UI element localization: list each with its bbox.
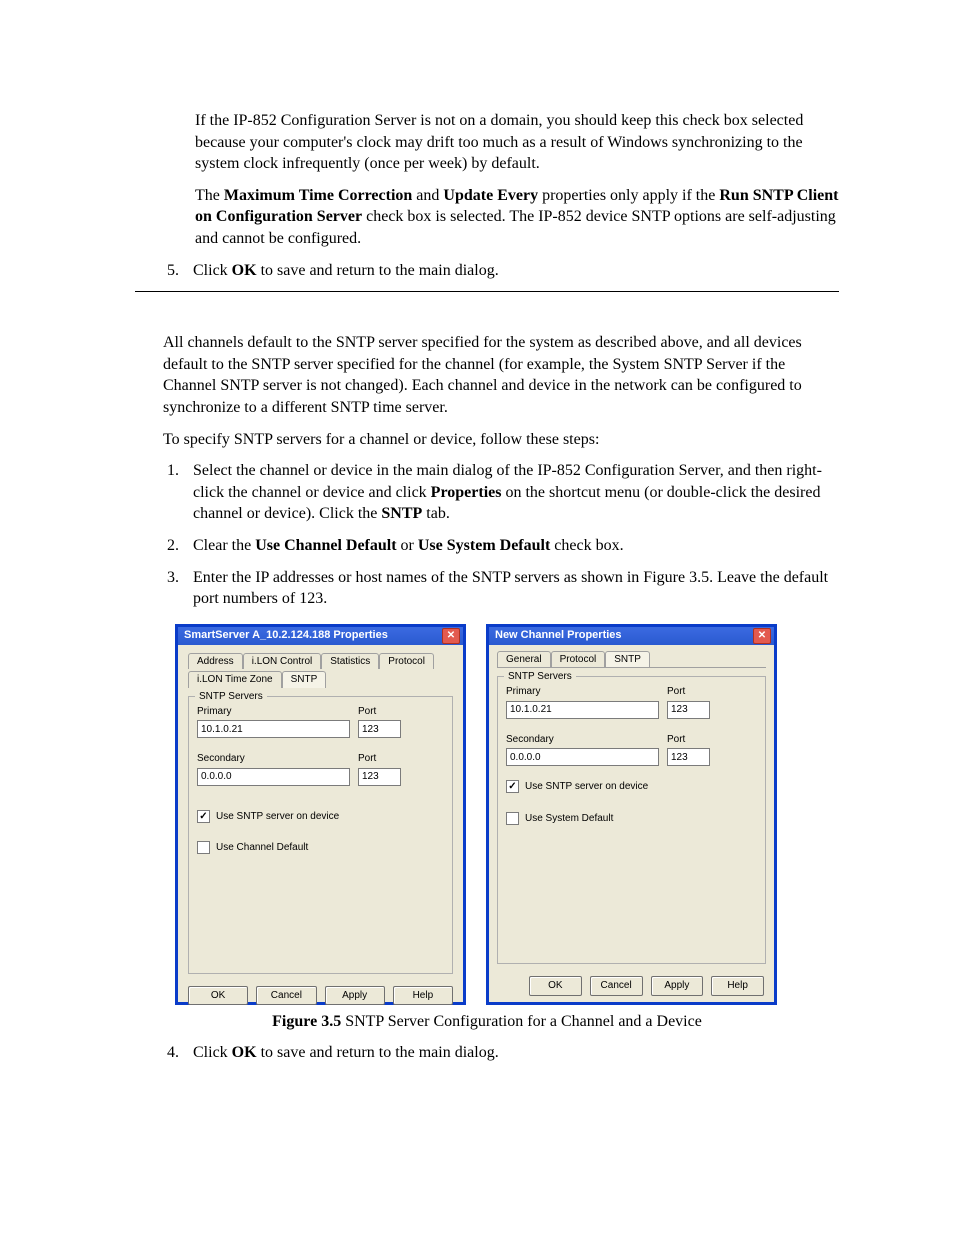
- dialog-title: New Channel Properties: [495, 628, 622, 643]
- secondary-port-input[interactable]: [667, 748, 710, 766]
- secondary-port-input[interactable]: [358, 768, 401, 786]
- group-sntp-servers: SNTP Servers Primary Port Se: [188, 696, 453, 974]
- horizontal-rule: [135, 291, 839, 292]
- intro-paragraph-2: The Maximum Time Correction and Update E…: [195, 185, 839, 250]
- step-3: Enter the IP addresses or host names of …: [183, 567, 839, 610]
- group-legend: SNTP Servers: [195, 690, 267, 704]
- primary-label: Primary: [197, 705, 350, 719]
- group-legend: SNTP Servers: [504, 670, 576, 684]
- checkbox-label: Use System Default: [525, 812, 613, 826]
- checkbox-label: Use SNTP server on device: [216, 810, 339, 824]
- primary-input[interactable]: [506, 701, 659, 719]
- port-label-2: Port: [667, 733, 710, 747]
- cancel-button[interactable]: Cancel: [590, 976, 643, 996]
- step-2: Clear the Use Channel Default or Use Sys…: [183, 535, 839, 557]
- secondary-input[interactable]: [197, 768, 350, 786]
- checkbox-use-system-default[interactable]: [506, 812, 519, 825]
- tabs-row: Address i.LON Control Statistics Protoco…: [188, 653, 453, 688]
- help-button[interactable]: Help: [711, 976, 764, 996]
- tab-sntp[interactable]: SNTP: [605, 651, 650, 668]
- help-button[interactable]: Help: [393, 986, 453, 1006]
- checkbox-label: Use SNTP server on device: [525, 780, 648, 794]
- ok-button[interactable]: OK: [529, 976, 582, 996]
- port-label: Port: [358, 705, 401, 719]
- close-icon[interactable]: ✕: [753, 628, 771, 644]
- tab-ilon-timezone[interactable]: i.LON Time Zone: [188, 671, 282, 688]
- titlebar: SmartServer A_10.2.124.188 Properties ✕: [178, 627, 463, 645]
- primary-label: Primary: [506, 685, 659, 699]
- close-icon[interactable]: ✕: [442, 628, 460, 644]
- secondary-input[interactable]: [506, 748, 659, 766]
- body-paragraph-2: To specify SNTP servers for a channel or…: [163, 429, 839, 451]
- secondary-label: Secondary: [197, 752, 350, 766]
- primary-input[interactable]: [197, 720, 350, 738]
- step-1: Select the channel or device in the main…: [183, 460, 839, 525]
- dialog-smartserver-properties: SmartServer A_10.2.124.188 Properties ✕ …: [175, 624, 466, 1005]
- secondary-label: Secondary: [506, 733, 659, 747]
- checkbox-use-sntp-on-device[interactable]: ✓: [197, 810, 210, 823]
- tabs-row: General Protocol SNTP: [497, 651, 766, 669]
- tab-statistics[interactable]: Statistics: [321, 653, 379, 670]
- primary-port-input[interactable]: [358, 720, 401, 738]
- apply-button[interactable]: Apply: [325, 986, 385, 1006]
- body-paragraph-1: All channels default to the SNTP server …: [163, 332, 839, 418]
- dialog-title: SmartServer A_10.2.124.188 Properties: [184, 628, 388, 643]
- port-label-2: Port: [358, 752, 401, 766]
- port-label: Port: [667, 685, 710, 699]
- tab-general[interactable]: General: [497, 651, 551, 668]
- cancel-button[interactable]: Cancel: [256, 986, 316, 1006]
- checkbox-use-sntp-on-device[interactable]: ✓: [506, 780, 519, 793]
- primary-port-input[interactable]: [667, 701, 710, 719]
- dialog-new-channel-properties: New Channel Properties ✕ General Protoco…: [486, 624, 777, 1005]
- titlebar: New Channel Properties ✕: [489, 627, 774, 645]
- tab-protocol[interactable]: Protocol: [379, 653, 434, 670]
- apply-button[interactable]: Apply: [651, 976, 704, 996]
- figure-row: SmartServer A_10.2.124.188 Properties ✕ …: [175, 624, 839, 1005]
- checkbox-label: Use Channel Default: [216, 841, 308, 855]
- group-sntp-servers: SNTP Servers Primary Port Se: [497, 676, 766, 964]
- ok-button[interactable]: OK: [188, 986, 248, 1006]
- tab-protocol[interactable]: Protocol: [551, 651, 606, 668]
- tab-ilon-control[interactable]: i.LON Control: [243, 653, 322, 670]
- step-5: Click OK to save and return to the main …: [183, 260, 839, 282]
- checkbox-use-channel-default[interactable]: [197, 841, 210, 854]
- figure-caption: Figure 3.5 SNTP Server Configuration for…: [135, 1011, 839, 1033]
- tab-address[interactable]: Address: [188, 653, 243, 670]
- intro-paragraph-1: If the IP-852 Configuration Server is no…: [195, 110, 839, 175]
- tab-sntp[interactable]: SNTP: [282, 671, 327, 688]
- step-4: Click OK to save and return to the main …: [183, 1042, 839, 1064]
